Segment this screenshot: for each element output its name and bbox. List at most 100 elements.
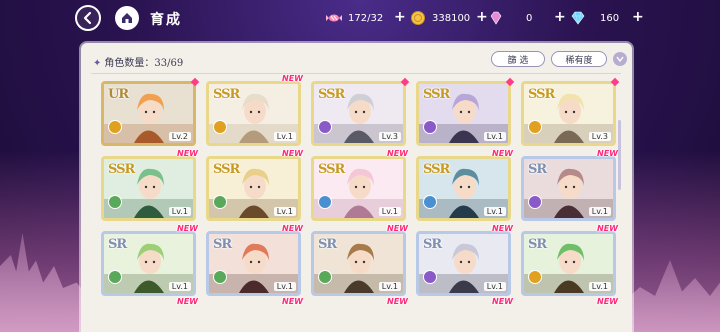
home-button[interactable] xyxy=(115,6,139,30)
character-card[interactable]: SR Lv.1 xyxy=(101,231,196,296)
element-icon xyxy=(318,195,332,209)
sort-order-button[interactable] xyxy=(613,52,627,66)
element-icon xyxy=(423,270,437,284)
element-icon xyxy=(213,195,227,209)
level-label: Lv.1 xyxy=(273,207,296,216)
chevron-down-icon xyxy=(616,56,624,63)
level-label: Lv.2 xyxy=(168,132,191,141)
element-icon xyxy=(318,120,332,134)
candy-icon xyxy=(326,14,342,22)
new-badge: NEW xyxy=(177,149,198,158)
resource-pink-gem: 0 + xyxy=(488,8,566,28)
character-card[interactable]: SSR Lv.1 xyxy=(101,156,196,221)
element-icon xyxy=(528,195,542,209)
character-card[interactable]: SR Lv.1 xyxy=(416,231,511,296)
rarity-label: SSR xyxy=(318,87,345,102)
candy-plus-button[interactable]: + xyxy=(394,9,406,25)
element-icon xyxy=(213,270,227,284)
rarity-label: SSR xyxy=(318,162,345,177)
new-badge: NEW xyxy=(387,297,408,306)
rarity-sort-button[interactable]: 稀有度 xyxy=(551,51,607,67)
level-label: Lv.1 xyxy=(483,282,506,291)
level-label: Lv.1 xyxy=(168,207,191,216)
level-label: Lv.1 xyxy=(483,207,506,216)
rarity-label: SR xyxy=(528,237,547,252)
rarity-label: SR xyxy=(318,237,337,252)
rarity-label: SSR xyxy=(213,162,240,177)
rarity-label: SSR xyxy=(528,87,555,102)
element-icon xyxy=(108,195,122,209)
rarity-label: UR xyxy=(108,87,129,102)
character-card[interactable]: SSR Lv.1 xyxy=(311,156,406,221)
level-label: Lv.1 xyxy=(273,282,296,291)
rarity-label: SSR xyxy=(108,162,135,177)
new-badge: NEW xyxy=(177,297,198,306)
resource-coin: 338100 + xyxy=(410,8,488,28)
level-label: Lv.1 xyxy=(588,207,611,216)
new-badge: NEW xyxy=(492,224,513,233)
element-icon xyxy=(318,270,332,284)
divider xyxy=(91,73,621,74)
coin-value: 338100 xyxy=(432,12,471,24)
new-badge: NEW xyxy=(282,224,303,233)
level-label: Lv.1 xyxy=(273,132,296,141)
rarity-label: SR xyxy=(108,237,127,252)
rarity-label: SSR xyxy=(423,162,450,177)
character-card[interactable]: SSR Lv.1 xyxy=(416,81,511,146)
sparkle-icon: ✦ xyxy=(93,58,102,69)
rarity-label: SSR xyxy=(213,87,240,102)
level-label: Lv.1 xyxy=(378,207,401,216)
house-icon xyxy=(122,13,132,23)
character-card[interactable]: SR Lv.1 xyxy=(311,231,406,296)
coin-plus-button[interactable]: + xyxy=(476,9,488,25)
new-badge: NEW xyxy=(492,297,513,306)
blue-diamond-value: 160 xyxy=(600,12,620,24)
character-card[interactable]: SSR Lv.3 xyxy=(311,81,406,146)
character-card[interactable]: SR Lv.1 xyxy=(521,231,616,296)
new-badge: NEW xyxy=(282,74,303,83)
resource-blue-diamond: 160 + xyxy=(570,8,644,28)
back-arrow-icon xyxy=(83,11,92,25)
blue-diamond-icon xyxy=(571,11,585,25)
element-icon xyxy=(423,195,437,209)
rarity-label: SR xyxy=(528,162,547,177)
rarity-label: SR xyxy=(213,237,232,252)
character-card[interactable]: SR Lv.1 xyxy=(521,156,616,221)
new-badge: NEW xyxy=(387,224,408,233)
character-card[interactable]: SSR Lv.1 xyxy=(206,81,301,146)
character-card[interactable]: SSR Lv.1 xyxy=(416,156,511,221)
pink-gem-icon xyxy=(490,11,502,25)
pink-gem-plus-button[interactable]: + xyxy=(554,9,566,25)
element-icon xyxy=(528,270,542,284)
new-badge: NEW xyxy=(177,224,198,233)
back-button[interactable] xyxy=(75,5,101,31)
element-icon xyxy=(423,120,437,134)
level-label: Lv.3 xyxy=(378,132,401,141)
rarity-label: SR xyxy=(423,237,442,252)
character-card[interactable]: UR Lv.2 xyxy=(101,81,196,146)
new-badge: NEW xyxy=(597,297,618,306)
element-icon xyxy=(108,270,122,284)
new-badge: NEW xyxy=(282,149,303,158)
rarity-label: SSR xyxy=(423,87,450,102)
character-card[interactable]: SSR Lv.3 xyxy=(521,81,616,146)
new-badge: NEW xyxy=(282,297,303,306)
element-icon xyxy=(108,120,122,134)
level-label: Lv.1 xyxy=(168,282,191,291)
blue-diamond-plus-button[interactable]: + xyxy=(632,9,644,25)
top-bar: 育成 172/32 + 338100 + 0 + 160 + xyxy=(0,0,720,36)
character-card[interactable]: SSR Lv.1 xyxy=(206,156,301,221)
element-icon xyxy=(528,120,542,134)
character-list-panel: ✦ 角色数量：33/69 篩 选 稀有度 UR Lv.2 SSR Lv.1 NEW SSR L… xyxy=(81,43,632,332)
level-label: Lv.1 xyxy=(378,282,401,291)
level-label: Lv.1 xyxy=(588,282,611,291)
new-badge: NEW xyxy=(597,224,618,233)
filter-button[interactable]: 篩 选 xyxy=(491,51,545,67)
character-card[interactable]: SR Lv.1 xyxy=(206,231,301,296)
character-count: ✦ 角色数量：33/69 xyxy=(93,58,184,69)
candy-value: 172/32 xyxy=(348,12,384,24)
pink-gem-value: 0 xyxy=(526,12,533,24)
new-badge: NEW xyxy=(387,149,408,158)
scrollbar[interactable] xyxy=(618,120,621,190)
level-label: Lv.1 xyxy=(483,132,506,141)
